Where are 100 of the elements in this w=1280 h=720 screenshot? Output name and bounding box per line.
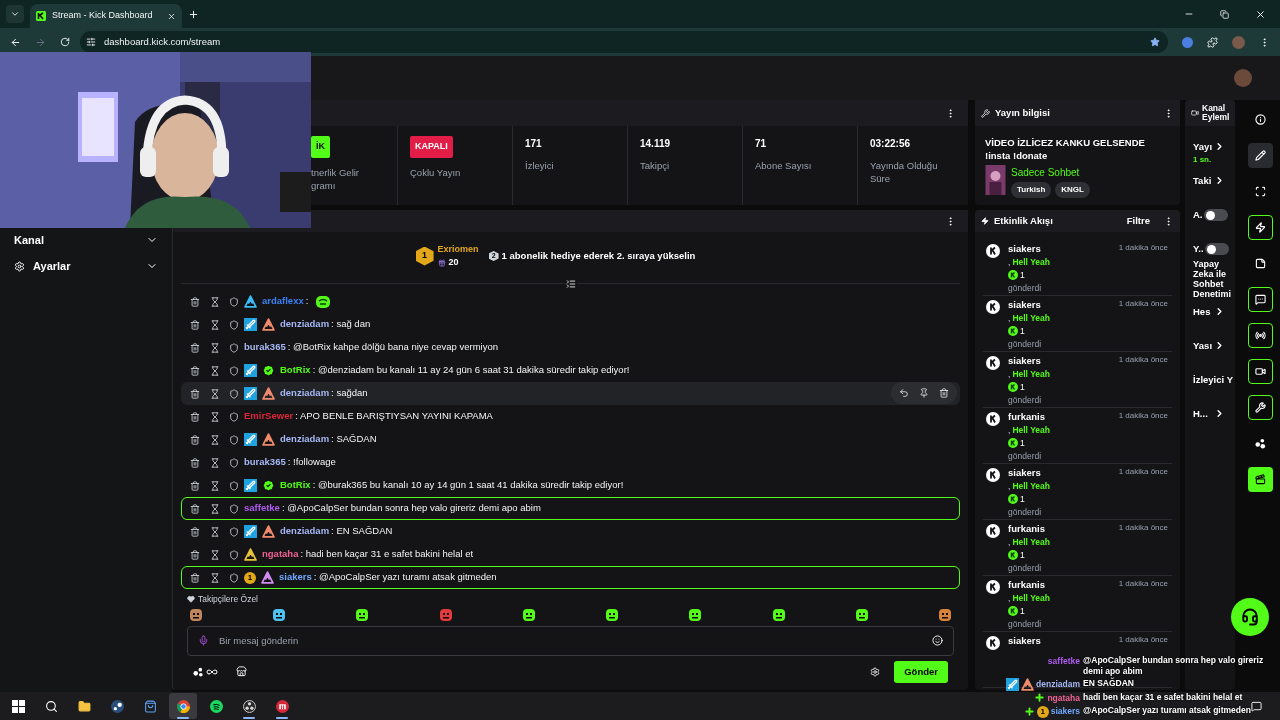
emote-icon[interactable] [521, 607, 536, 622]
emote-icon[interactable] [272, 607, 287, 622]
ban-icon[interactable] [229, 457, 239, 468]
chat-message[interactable]: saffetke : @ApoCalpSer bundan sonra hep valo gireriz demi apo abim [181, 497, 960, 520]
send-button[interactable]: Gönder [894, 660, 948, 683]
emote-icon[interactable] [605, 607, 620, 622]
emote-icon[interactable] [854, 607, 869, 622]
emote-icon[interactable] [937, 607, 952, 622]
emote-icon[interactable] [688, 607, 703, 622]
site-settings-icon[interactable] [86, 37, 96, 47]
delete-icon[interactable] [190, 434, 200, 445]
toggle-switch[interactable] [1203, 209, 1228, 222]
ban-icon[interactable] [229, 296, 239, 307]
chat-username[interactable]: denziadam [280, 432, 330, 447]
bookmark-star-icon[interactable] [1150, 37, 1160, 47]
chat-message[interactable]: EmirSewer : APO BENLE BARIŞTIYSAN YAYINI KAPAMA [181, 405, 960, 428]
ban-icon[interactable] [229, 342, 239, 353]
event-user[interactable]: siakers [1008, 634, 1041, 649]
close-icon[interactable] [1255, 8, 1266, 20]
rail-button[interactable] [1247, 467, 1273, 492]
channel-action[interactable]: Yası [1193, 339, 1235, 368]
delete-icon[interactable] [190, 342, 200, 353]
back-icon[interactable] [10, 36, 21, 48]
timeout-icon[interactable] [210, 457, 220, 468]
timeout-icon[interactable] [210, 342, 220, 353]
chat-username[interactable]: burak365 [244, 340, 286, 355]
chat-username[interactable]: denziadam [280, 524, 330, 539]
timeout-icon[interactable] [210, 319, 220, 330]
chat-username[interactable]: BotRix [280, 478, 311, 493]
extensions-icon[interactable] [1207, 36, 1218, 48]
chat-message[interactable]: burak365 : !followage [181, 451, 960, 474]
timeout-icon[interactable] [210, 365, 220, 376]
event-user[interactable]: siakers [1008, 242, 1041, 257]
chat-message[interactable]: 1 siakers : @ApoCalpSer yazı turamı atsak gitmeden [181, 566, 960, 589]
ban-icon[interactable] [229, 503, 239, 514]
rail-button[interactable] [1247, 143, 1273, 168]
emote-icon[interactable] [771, 607, 786, 622]
close-icon[interactable] [167, 11, 176, 21]
chat-username[interactable]: denziadam [280, 317, 330, 332]
extension-icon[interactable] [1182, 36, 1193, 48]
mic-icon[interactable] [198, 635, 209, 647]
channel-action[interactable]: Hes [1193, 305, 1235, 334]
chat-message[interactable]: BotRix : @burak365 bu kanalı 10 ay 14 gün 1 saat 41 dakika süredir takip ediyor! [181, 474, 960, 497]
chat-message[interactable]: denziadam : SAĞDAN [181, 428, 960, 451]
event-user[interactable]: furkanis [1008, 410, 1045, 425]
timeout-icon[interactable] [210, 434, 220, 445]
chat-username[interactable]: EmirSewer [244, 409, 294, 424]
chat-username[interactable]: ngataha [262, 547, 299, 562]
delete-icon[interactable] [190, 319, 200, 330]
event-user[interactable]: siakers [1008, 354, 1041, 369]
ban-icon[interactable] [229, 388, 239, 399]
pin-icon[interactable] [919, 388, 929, 398]
delete-icon[interactable] [190, 457, 200, 468]
delete-icon[interactable] [190, 296, 200, 307]
emote-icon[interactable] [355, 607, 370, 622]
notification-icon[interactable] [1251, 700, 1262, 712]
action-label[interactable]: İzleyici Y [1193, 373, 1235, 402]
timeout-icon[interactable] [210, 503, 220, 514]
sidebar-item[interactable]: Kanal [14, 232, 158, 248]
tag[interactable]: KNGL [1055, 182, 1090, 198]
ban-icon[interactable] [229, 411, 239, 422]
rail-button[interactable] [1247, 395, 1273, 420]
ban-icon[interactable] [229, 319, 239, 330]
taskbar-app[interactable] [169, 693, 197, 719]
rail-button[interactable] [1247, 287, 1273, 312]
chat-message[interactable]: denziadam : sağdan [181, 382, 960, 405]
event-user[interactable]: siakers [1008, 298, 1041, 313]
delete-icon[interactable] [190, 480, 200, 491]
settings-icon[interactable] [870, 666, 881, 677]
ban-icon[interactable] [229, 526, 239, 537]
delete-icon[interactable] [190, 365, 200, 376]
toggle-switch[interactable] [1204, 243, 1229, 256]
delete-icon[interactable] [190, 526, 200, 537]
address-bar[interactable]: dashboard.kick.com/stream [80, 31, 1168, 53]
reload-icon[interactable] [60, 37, 70, 47]
collapse-icon[interactable] [564, 278, 577, 290]
delete-icon[interactable] [190, 549, 200, 560]
timeout-icon[interactable] [210, 526, 220, 537]
rail-button[interactable] [1247, 359, 1273, 384]
chat-message[interactable]: ardaflexx : [181, 290, 960, 313]
ban-icon[interactable] [229, 434, 239, 445]
rail-button[interactable] [1247, 323, 1273, 348]
chat-message[interactable]: denziadam : sağ dan [181, 313, 960, 336]
browser-tab[interactable]: Stream - Kick Dashboard [30, 4, 182, 28]
ban-icon[interactable] [229, 365, 239, 376]
chat-message[interactable]: burak365 : @BotRix kahpe dölğü bana niye cevap vermiyon [181, 336, 960, 359]
delete-icon[interactable] [190, 503, 200, 514]
ban-icon[interactable] [229, 549, 239, 560]
channel-action[interactable]: Taki [1193, 174, 1235, 202]
chat-message[interactable]: denziadam : EN SAĞDAN [181, 520, 960, 543]
channel-action[interactable]: Yayı 1 sn. [1193, 140, 1235, 168]
dots-icon[interactable] [193, 666, 204, 678]
channel-action[interactable]: H... [1193, 407, 1235, 436]
category-link[interactable]: Sadece Sohbet [1011, 165, 1090, 180]
chat-username[interactable]: denziadam [280, 386, 330, 401]
chat-username[interactable]: ardaflexx [262, 294, 304, 309]
ban-icon[interactable] [229, 480, 239, 491]
message-field[interactable]: Bir mesaj gönderin [219, 633, 922, 648]
timeout-icon[interactable] [210, 388, 220, 399]
event-user[interactable]: siakers [1008, 466, 1041, 481]
